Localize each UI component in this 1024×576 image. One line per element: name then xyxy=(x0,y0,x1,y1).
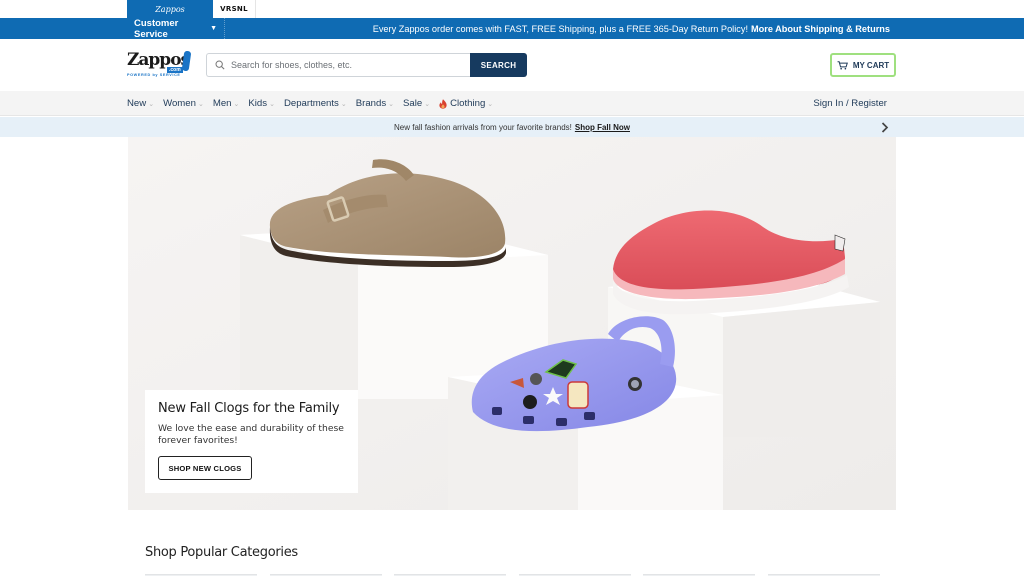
nav-item-label: Sale xyxy=(403,98,423,109)
search-button[interactable]: SEARCH xyxy=(470,53,527,77)
chevron-down-icon: ⌄ xyxy=(340,100,347,108)
nav-item-brands[interactable]: Brands ⌄ xyxy=(356,98,394,109)
sign-in-register-link[interactable]: Sign In / Register xyxy=(813,91,887,116)
logo-ribbon-icon xyxy=(181,50,192,72)
chevron-down-icon: ▼ xyxy=(210,25,217,32)
announcement-content: New fall fashion arrivals from your favo… xyxy=(0,117,1024,137)
nav-item-new[interactable]: New ⌄ xyxy=(127,98,154,109)
chevron-right-icon xyxy=(881,121,889,133)
brand-tab-zappos[interactable]: Zappos xyxy=(127,0,213,18)
nav-item-kids[interactable]: Kids ⌄ xyxy=(248,98,275,109)
chevron-down-icon: ⌄ xyxy=(424,100,431,108)
brand-tab-vrsnl[interactable]: VRSNL xyxy=(213,0,256,18)
header: Zappos .com POWERED by SERVICE SEARCH MY… xyxy=(0,39,1024,91)
search-bar: SEARCH xyxy=(206,53,527,77)
main-nav: New ⌄ Women ⌄ Men ⌄ Kids ⌄ Departments ⌄ Bran… xyxy=(0,91,1024,116)
nav-item-men[interactable]: Men ⌄ xyxy=(213,98,240,109)
brand-tabs: Zappos VRSNL xyxy=(0,0,1024,18)
announcement-bar: New fall fashion arrivals from your favo… xyxy=(0,117,1024,137)
hero-banner[interactable]: New Fall Clogs for the Family We love th… xyxy=(128,137,896,510)
announcement-next-button[interactable] xyxy=(878,119,892,135)
search-icon xyxy=(215,60,225,70)
chevron-down-icon: ⌄ xyxy=(148,100,155,108)
shipping-returns-link[interactable]: More About Shipping & Returns xyxy=(751,24,890,34)
search-input[interactable] xyxy=(231,60,451,70)
shipping-promo: Every Zappos order comes with FAST, FREE… xyxy=(373,18,890,39)
hero-description: We love the ease and durability of these… xyxy=(158,423,344,446)
search-field[interactable] xyxy=(206,53,470,77)
chevron-down-icon: ⌄ xyxy=(388,100,395,108)
fire-icon xyxy=(439,98,447,109)
chevron-down-icon: ⌄ xyxy=(487,100,494,108)
my-cart-button[interactable]: MY CART xyxy=(830,53,896,77)
service-bar: Customer Service ▼ Every Zappos order co… xyxy=(0,17,1024,40)
chevron-down-icon: ⌄ xyxy=(233,100,240,108)
nav-items: New ⌄ Women ⌄ Men ⌄ Kids ⌄ Departments ⌄ Bran… xyxy=(127,91,502,116)
customer-service-dropdown[interactable]: Customer Service ▼ xyxy=(127,17,225,40)
nav-item-label: New xyxy=(127,98,147,109)
chevron-down-icon: ⌄ xyxy=(197,100,204,108)
nav-item-departments[interactable]: Departments ⌄ xyxy=(284,98,347,109)
popular-categories-title: Shop Popular Categories xyxy=(145,545,298,560)
nav-item-label: Clothing xyxy=(450,98,486,109)
hero-title: New Fall Clogs for the Family xyxy=(158,401,340,416)
nav-item-clothing[interactable]: Clothing ⌄ xyxy=(439,98,493,109)
nav-item-label: Brands xyxy=(355,98,387,109)
nav-item-label: Kids xyxy=(248,98,268,109)
nav-item-label: Men xyxy=(212,98,232,109)
zappos-logo[interactable]: Zappos .com POWERED by SERVICE xyxy=(127,50,192,80)
shop-new-clogs-button[interactable]: SHOP NEW CLOGS xyxy=(158,456,252,480)
nav-item-label: Women xyxy=(163,98,196,109)
hero-card: New Fall Clogs for the Family We love th… xyxy=(145,390,358,493)
logo-tagline: POWERED by SERVICE xyxy=(127,73,181,77)
chevron-down-icon: ⌄ xyxy=(269,100,275,108)
promo-text: Every Zappos order comes with FAST, FREE… xyxy=(372,23,748,34)
nav-item-label: Departments xyxy=(283,98,339,109)
customer-service-label: Customer Service xyxy=(134,17,179,40)
shop-fall-now-link[interactable]: Shop Fall Now xyxy=(575,123,630,132)
cart-icon xyxy=(837,60,848,70)
nav-item-sale[interactable]: Sale ⌄ xyxy=(403,98,430,109)
announcement-text: New fall fashion arrivals from your favo… xyxy=(394,122,572,132)
nav-item-women[interactable]: Women ⌄ xyxy=(163,98,204,109)
cart-label: MY CART xyxy=(852,60,890,70)
